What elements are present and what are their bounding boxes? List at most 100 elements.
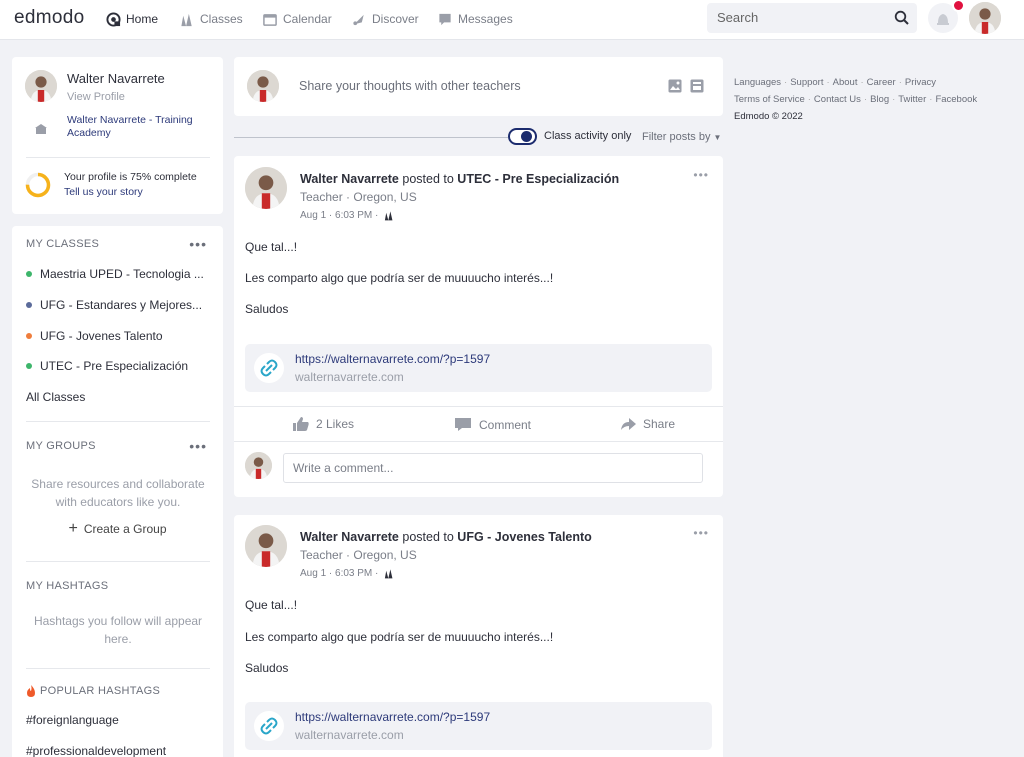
school-icon	[35, 124, 47, 134]
filter-posts-dropdown[interactable]: Filter posts by ▼	[642, 131, 721, 143]
footer-link[interactable]: Career	[867, 77, 896, 88]
class-item[interactable]: UFG - Jovenes Talento	[26, 329, 211, 343]
post-more-icon[interactable]: •••	[693, 526, 709, 540]
post-card: Walter Navarrete posted to UFG - Jovenes…	[234, 515, 723, 757]
comment-icon	[455, 418, 471, 431]
share-label: Share	[643, 417, 676, 431]
share-input[interactable]: Share your thoughts with other teachers	[299, 79, 521, 93]
footer-link[interactable]: Terms of Service	[734, 94, 805, 105]
nav-discover[interactable]: Discover	[351, 10, 419, 28]
footer-link[interactable]: Contact Us	[814, 94, 861, 105]
toggle-knob	[521, 131, 532, 142]
edmodo-logo[interactable]: edmodo	[14, 7, 84, 29]
comment-button[interactable]: Comment	[454, 417, 531, 432]
link-url[interactable]: https://walternavarrete.com/?p=1597	[295, 352, 490, 366]
tell-story-link[interactable]: Tell us your story	[64, 186, 143, 198]
link-icon	[254, 353, 284, 383]
footer-link[interactable]: Blog	[870, 94, 889, 105]
commenter-avatar	[245, 452, 272, 479]
post-body-line: Les comparto algo que podría ser de muuu…	[245, 271, 554, 285]
post-meta: Aug 1 · 6:03 PM ·	[300, 568, 395, 579]
post-author[interactable]: Walter Navarrete	[300, 530, 399, 544]
search-icon[interactable]	[894, 10, 910, 26]
hashtag-link[interactable]: #professionaldevelopment	[26, 744, 166, 757]
thumbs-up-icon	[293, 417, 309, 431]
groups-more-icon[interactable]: •••	[189, 438, 207, 454]
school-link[interactable]: Walter Navarrete - Training Academy	[67, 114, 207, 140]
file-icon[interactable]	[690, 79, 704, 93]
nav-classes[interactable]: Classes	[179, 10, 243, 28]
link-url[interactable]: https://walternavarrete.com/?p=1597	[295, 710, 490, 724]
footer-link[interactable]: About	[833, 77, 858, 88]
footer-row: Terms of Service · Contact Us · Blog · Twitter…	[734, 91, 1004, 108]
likes-count: 2 Likes	[316, 417, 355, 431]
class-item[interactable]: UFG - Estandares y Mejores...	[26, 298, 211, 312]
footer-links: Languages · Support · About · Career · Privacy T…	[734, 74, 1004, 125]
post-header: Walter Navarrete posted to UFG - Jovenes…	[300, 530, 592, 544]
divider	[26, 668, 210, 669]
class-color-dot	[26, 363, 32, 369]
link-preview[interactable]: https://walternavarrete.com/?p=1597 walt…	[245, 344, 712, 392]
notifications-button[interactable]	[928, 0, 965, 33]
image-icon[interactable]	[668, 79, 682, 93]
nav-calendar[interactable]: Calendar	[262, 10, 332, 28]
footer-link[interactable]: Twitter	[898, 94, 926, 105]
class-item[interactable]: UTEC - Pre Especialización	[26, 359, 211, 373]
groups-empty-text: Share resources and collaborate with edu…	[31, 477, 205, 509]
footer-separator: ·	[929, 94, 933, 105]
link-preview[interactable]: https://walternavarrete.com/?p=1597 walt…	[245, 702, 712, 750]
class-item[interactable]: Maestria UPED - Tecnologia ...	[26, 267, 211, 281]
post-body-line: Saludos	[245, 302, 289, 316]
search-bar[interactable]: Search	[707, 3, 917, 33]
class-activity-toggle[interactable]	[508, 128, 537, 145]
sidebar-card: MY CLASSES ••• Maestria UPED - Tecnologi…	[12, 226, 223, 757]
footer-separator: ·	[807, 94, 811, 105]
copyright: Edmodo © 2022	[734, 111, 803, 122]
post-author-avatar[interactable]	[245, 167, 287, 209]
footer-link[interactable]: Privacy	[905, 77, 936, 88]
home-icon	[106, 11, 121, 27]
plus-icon: +	[68, 520, 78, 537]
nav-home[interactable]: Home	[106, 10, 158, 28]
hashtag-link[interactable]: #foreignlanguage	[26, 713, 119, 727]
view-profile-link[interactable]: View Profile	[67, 91, 125, 103]
post-time: Aug 1 · 6:03 PM ·	[300, 568, 379, 579]
create-group-button[interactable]: + Create a Group	[12, 520, 223, 537]
filter-posts-label: Filter posts by	[642, 131, 711, 143]
nav-messages[interactable]: Messages	[437, 10, 513, 28]
footer-separator: ·	[826, 77, 830, 88]
comment-input[interactable]: Write a comment...	[283, 453, 703, 483]
class-label: UFG - Estandares y Mejores...	[40, 298, 203, 312]
share-button[interactable]: Share	[621, 417, 675, 431]
classes-icon	[181, 13, 192, 26]
footer-link[interactable]: Support	[790, 77, 823, 88]
post-author[interactable]: Walter Navarrete	[300, 172, 399, 186]
like-button[interactable]: 2 Likes	[293, 417, 354, 431]
user-avatar-menu[interactable]	[969, 2, 1001, 34]
fire-icon	[27, 685, 35, 697]
profile-avatar[interactable]	[25, 70, 57, 102]
nav-discover-label: Discover	[372, 12, 419, 26]
footer-link[interactable]: Languages	[734, 77, 781, 88]
composer-avatar	[247, 70, 279, 102]
post-target-class[interactable]: UTEC - Pre Especialización	[457, 172, 619, 186]
classes-more-icon[interactable]: •••	[189, 236, 207, 252]
post-role: Teacher · Oregon, US	[300, 548, 417, 562]
caret-down-icon: ▼	[713, 132, 722, 142]
post-target-class[interactable]: UFG - Jovenes Talento	[457, 530, 592, 544]
all-classes-link[interactable]: All Classes	[26, 390, 85, 404]
post-author-avatar[interactable]	[245, 525, 287, 567]
class-color-dot	[26, 333, 32, 339]
profile-name[interactable]: Walter Navarrete	[67, 71, 165, 86]
create-group-label: Create a Group	[83, 522, 167, 536]
post-posted-to: posted to	[402, 530, 454, 544]
calendar-icon	[263, 13, 277, 26]
post-card: Walter Navarrete posted to UTEC - Pre Es…	[234, 156, 723, 497]
class-color-dot	[26, 271, 32, 277]
link-icon	[254, 711, 284, 741]
post-more-icon[interactable]: •••	[693, 168, 709, 182]
footer-link[interactable]: Facebook	[935, 94, 977, 105]
search-placeholder: Search	[717, 10, 759, 25]
top-navbar: edmodo Home Classes Calendar Discover Me…	[0, 0, 1024, 40]
class-activity-label: Class activity only	[544, 130, 632, 142]
